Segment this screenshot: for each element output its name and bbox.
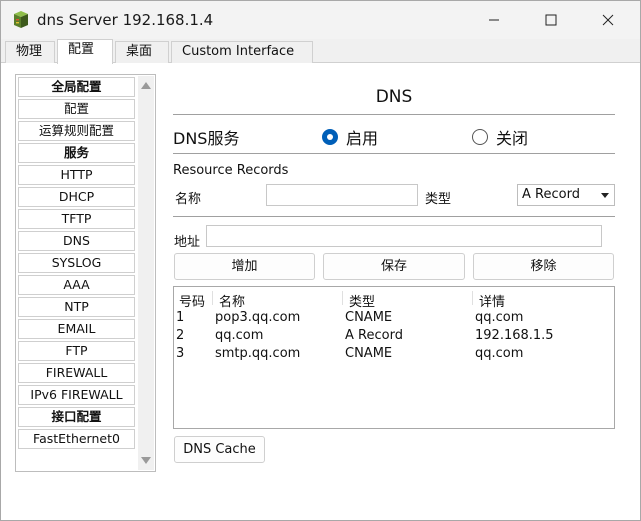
row-detail: 192.168.1.5: [475, 328, 554, 343]
table-row[interactable]: 2 qq.com A Record 192.168.1.5: [174, 328, 614, 346]
server-app-icon: [14, 11, 28, 28]
service-list: 全局配置 配置 运算规则配置 服务 HTTP DHCP TFTP DNS SYS…: [15, 74, 156, 472]
column-header-type: 类型: [349, 295, 376, 310]
column-separator: [472, 291, 473, 305]
row-type: CNAME: [345, 346, 393, 361]
row-name: pop3.qq.com: [215, 310, 301, 325]
sidebar-item-settings[interactable]: 配置: [18, 99, 135, 119]
dns-on-label: 启用: [346, 129, 379, 148]
row-type: A Record: [345, 328, 403, 343]
radio-selected-icon[interactable]: [322, 129, 338, 145]
sidebar-item-firewall[interactable]: FIREWALL: [18, 363, 135, 383]
sidebar-item-http[interactable]: HTTP: [18, 165, 135, 185]
row-detail: qq.com: [475, 346, 524, 361]
radio-unselected-icon[interactable]: [472, 129, 488, 145]
sidebar-item-fastethernet0[interactable]: FastEthernet0: [18, 429, 135, 449]
tab-physical[interactable]: 物理: [5, 41, 55, 63]
sidebar-header-services: 服务: [18, 143, 135, 163]
sidebar-item-tftp[interactable]: TFTP: [18, 209, 135, 229]
sidebar-item-algorithm-settings[interactable]: 运算规则配置: [18, 121, 135, 141]
dns-off-radio[interactable]: 关闭: [472, 125, 528, 149]
dns-on-radio[interactable]: 启用: [322, 125, 378, 149]
sidebar-header-global-config: 全局配置: [18, 77, 135, 97]
sidebar-item-dns[interactable]: DNS: [18, 231, 135, 251]
resource-records-label: Resource Records: [173, 163, 289, 178]
minimize-icon: [489, 19, 499, 21]
config-content: 全局配置 配置 运算规则配置 服务 HTTP DHCP TFTP DNS SYS…: [1, 63, 640, 520]
divider: [173, 153, 615, 154]
row-type: CNAME: [345, 310, 393, 325]
sidebar-item-ntp[interactable]: NTP: [18, 297, 135, 317]
row-name: qq.com: [215, 328, 264, 343]
column-separator: [212, 291, 213, 305]
tab-desktop[interactable]: 桌面: [115, 41, 169, 63]
maximize-icon: [545, 14, 557, 26]
sidebar-item-aaa[interactable]: AAA: [18, 275, 135, 295]
minimize-button[interactable]: [471, 1, 517, 39]
dns-cache-button[interactable]: DNS Cache: [174, 436, 265, 463]
service-items: 全局配置 配置 运算规则配置 服务 HTTP DHCP TFTP DNS SYS…: [18, 77, 137, 451]
divider: [173, 114, 615, 115]
table-row[interactable]: 1 pop3.qq.com CNAME qq.com: [174, 310, 614, 328]
column-header-name: 名称: [219, 295, 246, 310]
close-button[interactable]: [585, 1, 631, 39]
remove-button[interactable]: 移除: [473, 253, 614, 280]
column-separator: [342, 291, 343, 305]
divider: [173, 216, 615, 217]
close-icon: [602, 14, 614, 26]
column-header-detail: 详情: [479, 295, 506, 310]
sidebar-item-syslog[interactable]: SYSLOG: [18, 253, 135, 273]
tab-custom-interface[interactable]: Custom Interface: [171, 41, 313, 63]
scroll-up-icon[interactable]: [141, 82, 151, 89]
type-select[interactable]: A Record: [517, 184, 615, 206]
dns-off-label: 关闭: [496, 129, 529, 148]
records-table[interactable]: 号码 名称 类型 详情 1 pop3.qq.com CNAME qq.com 2…: [173, 286, 615, 429]
tab-config[interactable]: 配置: [57, 39, 113, 64]
row-name: smtp.qq.com: [215, 346, 301, 361]
dns-service-label: DNS服务: [173, 129, 240, 148]
name-label: 名称: [175, 192, 202, 207]
sidebar-item-ftp[interactable]: FTP: [18, 341, 135, 361]
scroll-down-icon[interactable]: [141, 457, 151, 464]
row-number: 1: [176, 310, 185, 325]
sidebar-item-ipv6-firewall[interactable]: IPv6 FIREWALL: [18, 385, 135, 405]
table-header: 号码 名称 类型 详情: [174, 289, 614, 310]
panel-title: DNS: [375, 87, 413, 107]
type-label: 类型: [425, 192, 452, 207]
chevron-down-icon: [601, 193, 609, 198]
tab-bar: 物理 配置 桌面 Custom Interface: [1, 39, 640, 64]
table-row[interactable]: 3 smtp.qq.com CNAME qq.com: [174, 346, 614, 364]
sidebar-item-email[interactable]: EMAIL: [18, 319, 135, 339]
row-number: 2: [176, 328, 185, 343]
window-title: dns Server 192.168.1.4: [37, 11, 214, 29]
name-input[interactable]: [266, 184, 418, 206]
row-detail: qq.com: [475, 310, 524, 325]
sidebar-header-interface-config: 接口配置: [18, 407, 135, 427]
save-button[interactable]: 保存: [323, 253, 465, 280]
column-header-number: 号码: [179, 295, 206, 310]
address-input[interactable]: [206, 225, 602, 247]
address-label: 地址: [174, 235, 201, 250]
service-list-scrollbar[interactable]: [138, 76, 154, 470]
sidebar-item-dhcp[interactable]: DHCP: [18, 187, 135, 207]
type-select-value: A Record: [522, 187, 580, 202]
dns-server-window: dns Server 192.168.1.4 物理 配置 桌面 Custom I…: [0, 0, 641, 521]
title-bar: dns Server 192.168.1.4: [1, 1, 640, 39]
add-button[interactable]: 增加: [174, 253, 315, 280]
row-number: 3: [176, 346, 185, 361]
maximize-button[interactable]: [528, 1, 574, 39]
